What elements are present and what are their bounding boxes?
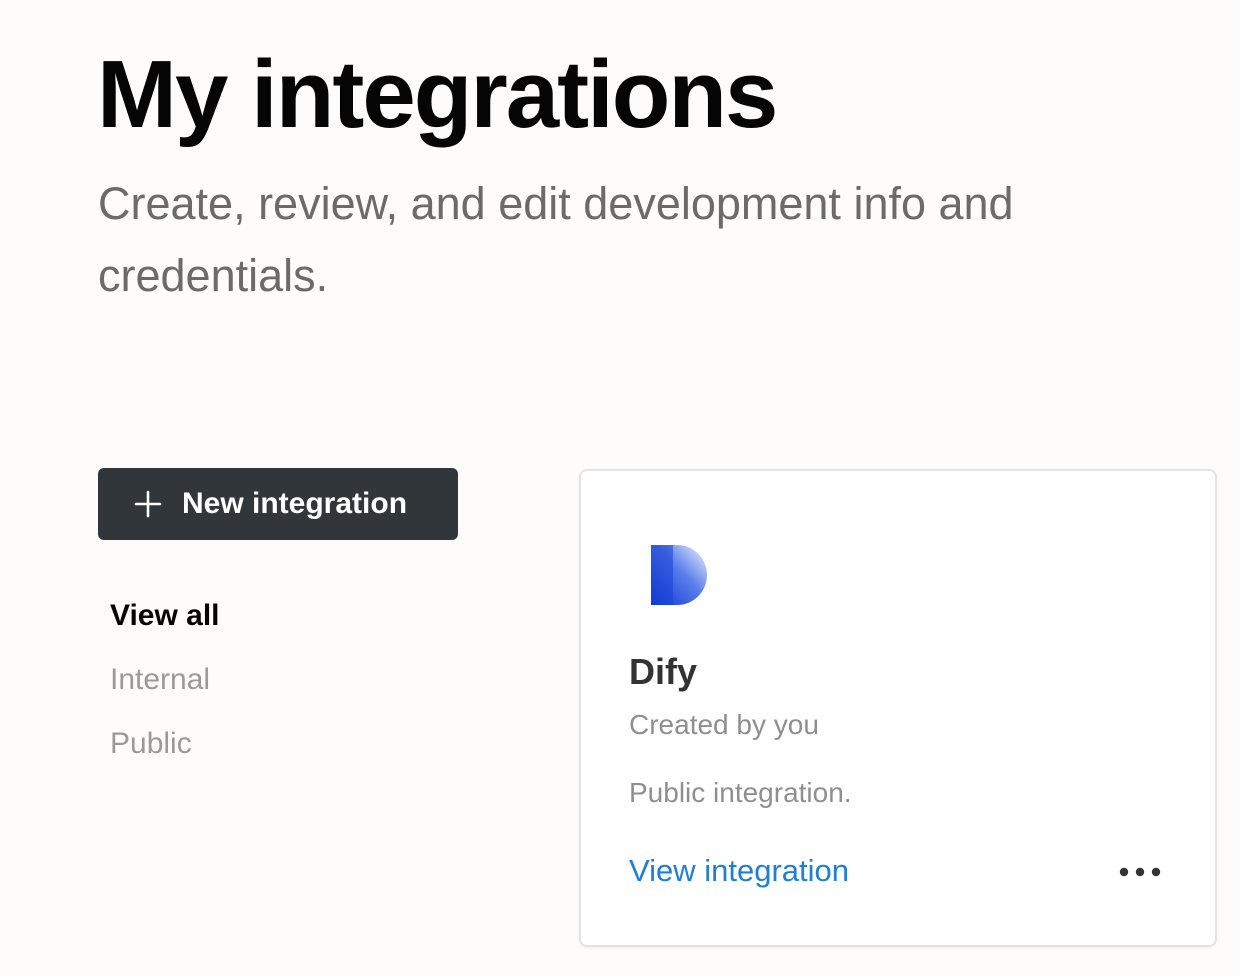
integration-filter-list: View all Internal Public: [110, 594, 220, 786]
integration-description: Public integration.: [629, 777, 852, 808]
integration-card: Dify Created by you Public integration. …: [579, 469, 1217, 947]
new-integration-button[interactable]: New integration: [98, 468, 458, 540]
filter-view-all[interactable]: View all: [110, 594, 220, 658]
more-horizontal-icon[interactable]: [1117, 861, 1163, 883]
view-integration-link[interactable]: View integration: [629, 853, 849, 889]
page-subtitle: Create, review, and edit development inf…: [98, 178, 1014, 301]
dify-logo-icon: [651, 545, 707, 605]
new-integration-label: New integration: [182, 487, 408, 520]
integrations-page: My integrations Create, review, and edit…: [0, 0, 1240, 976]
integration-creator: Created by you: [629, 709, 819, 740]
plus-icon: [134, 490, 162, 518]
filter-public[interactable]: Public: [110, 722, 220, 786]
filter-internal[interactable]: Internal: [110, 658, 220, 722]
integration-name: Dify: [629, 651, 698, 692]
page-title: My integrations: [97, 41, 778, 148]
